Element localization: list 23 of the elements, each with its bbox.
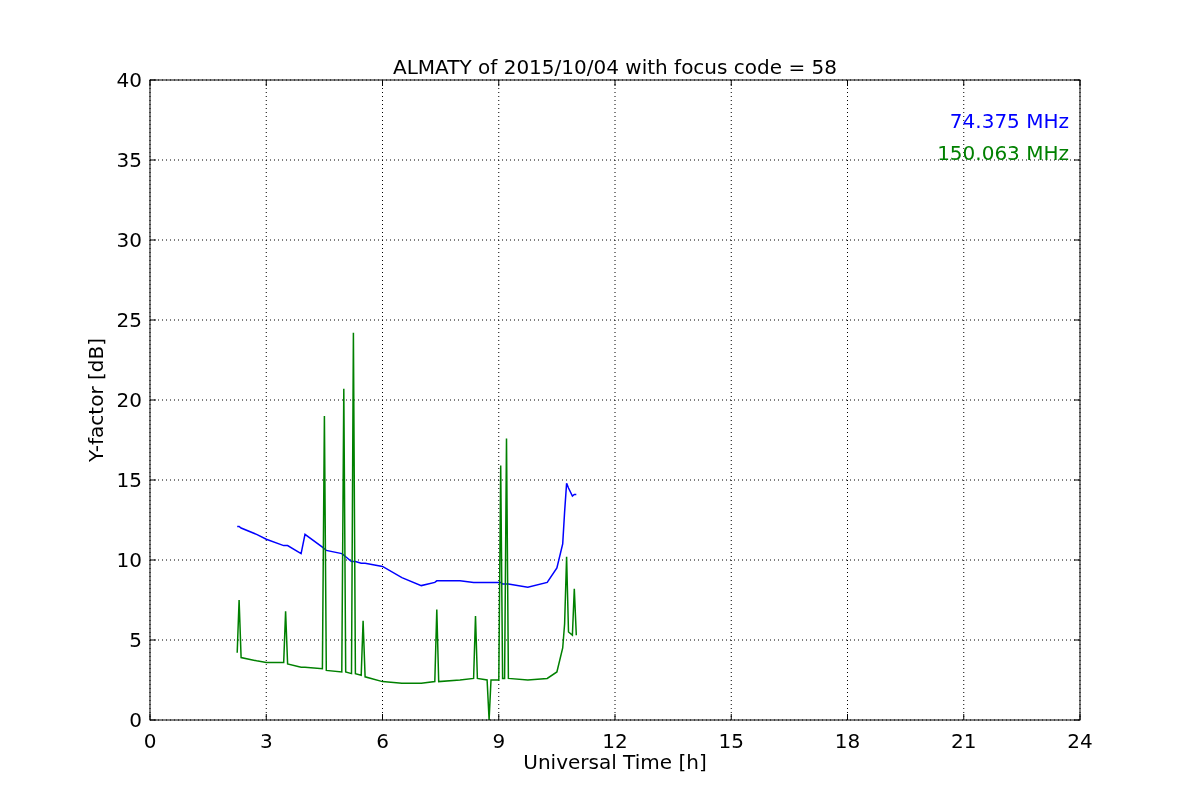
legend-label: 74.375 MHz <box>949 109 1069 133</box>
tick-label: 24 <box>1067 729 1093 753</box>
legend-label: 150.063 MHz <box>937 141 1069 165</box>
tick-label: 3 <box>259 729 273 753</box>
tick-label: 30 <box>116 228 142 252</box>
tick-label: 0 <box>143 729 157 753</box>
tick-label: 20 <box>116 388 142 412</box>
tick-label: 21 <box>951 729 977 753</box>
tick-label: 5 <box>129 628 142 652</box>
tick-label: 9 <box>492 729 506 753</box>
tick-label: 6 <box>376 729 389 753</box>
tick-label: 15 <box>718 729 744 753</box>
tick-label: 12 <box>602 729 628 753</box>
tick-label: 10 <box>116 548 142 572</box>
tick-label: 40 <box>116 68 142 92</box>
tick-label: 35 <box>116 148 142 172</box>
x-axis-label: Universal Time [h] <box>523 750 707 774</box>
chart-title: ALMATY of 2015/10/04 with focus code = 58 <box>393 55 837 79</box>
tick-label: 25 <box>116 308 142 332</box>
tick-label: 15 <box>116 468 142 492</box>
y-axis-label: Y-factor [dB] <box>84 338 108 462</box>
tick-label: 0 <box>129 708 142 732</box>
tick-label: 18 <box>834 729 861 753</box>
